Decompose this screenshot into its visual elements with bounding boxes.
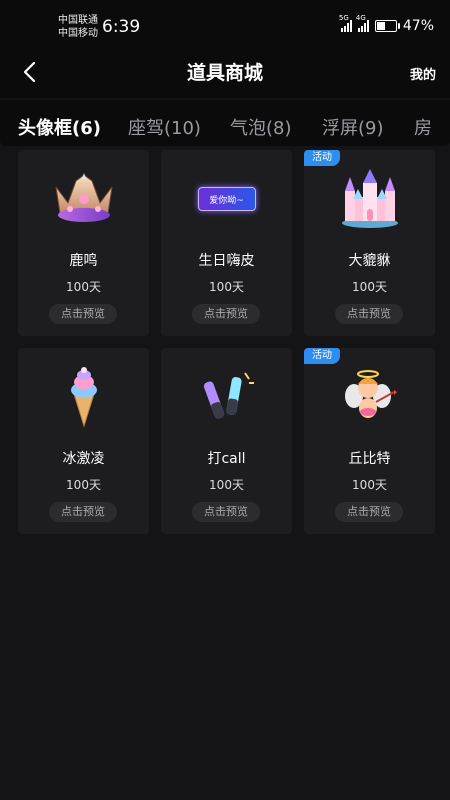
item-card[interactable]: 爱你呦~ 生日嗨皮 100天 点击预览 bbox=[161, 150, 292, 336]
tab-vehicle[interactable]: 座驾(10) bbox=[128, 114, 201, 140]
app-header: 道具商城 我的 bbox=[0, 46, 450, 98]
battery-icon bbox=[374, 20, 400, 32]
castle-icon bbox=[304, 168, 435, 230]
nameplate-icon: 爱你呦~ bbox=[161, 168, 292, 230]
item-name: 生日嗨皮 bbox=[198, 253, 255, 269]
item-card[interactable]: 活动 丘比特 100天 点击预览 bbox=[304, 348, 435, 534]
category-tabs: 头像框(6) 座驾(10) 气泡(8) 浮屏(9) 房 bbox=[0, 100, 450, 146]
signal-4g-icon: 4G bbox=[356, 14, 369, 32]
item-card[interactable]: 鹿鸣 100天 点击预览 bbox=[18, 150, 149, 336]
item-duration: 100天 bbox=[352, 280, 387, 294]
preview-button[interactable]: 点击预览 bbox=[192, 502, 260, 522]
carrier-labels: 中国联通 中国移动 bbox=[58, 14, 98, 40]
tab-floating-screen[interactable]: 浮屏(9) bbox=[322, 114, 384, 140]
item-duration: 100天 bbox=[352, 478, 387, 492]
status-icons: 5G 4G 47% bbox=[339, 14, 434, 34]
nameplate-text: 爱你呦~ bbox=[197, 187, 256, 211]
item-name: 丘比特 bbox=[348, 451, 391, 467]
carrier-2: 中国移动 bbox=[58, 28, 98, 39]
preview-button[interactable]: 点击预览 bbox=[49, 502, 117, 522]
preview-button[interactable]: 点击预览 bbox=[335, 502, 403, 522]
item-duration: 100天 bbox=[66, 478, 101, 492]
event-badge: 活动 bbox=[304, 150, 340, 166]
clock: 6:39 bbox=[102, 17, 141, 37]
mine-button[interactable]: 我的 bbox=[410, 64, 436, 83]
tab-avatar-frame[interactable]: 头像框(6) bbox=[18, 114, 101, 140]
page-title: 道具商城 bbox=[186, 62, 263, 84]
event-badge: 活动 bbox=[304, 348, 340, 364]
battery-percent: 47% bbox=[402, 18, 434, 34]
preview-button[interactable]: 点击预览 bbox=[192, 304, 260, 324]
item-name: 大貔貅 bbox=[348, 253, 391, 269]
crown-icon bbox=[18, 168, 149, 230]
ice-cream-icon bbox=[18, 366, 149, 428]
preview-button[interactable]: 点击预览 bbox=[49, 304, 117, 324]
item-duration: 100天 bbox=[209, 478, 244, 492]
cupid-icon bbox=[304, 366, 435, 428]
item-card[interactable]: 活动 大貔貅 100天 点击预览 bbox=[304, 150, 435, 336]
carrier-1: 中国联通 bbox=[58, 15, 98, 26]
status-bar: 中国联通 中国移动 6:39 5G 4G 47% bbox=[0, 0, 450, 42]
preview-button[interactable]: 点击预览 bbox=[335, 304, 403, 324]
item-duration: 100天 bbox=[209, 280, 244, 294]
item-duration: 100天 bbox=[66, 280, 101, 294]
tab-bubble[interactable]: 气泡(8) bbox=[230, 114, 292, 140]
glowstick-icon bbox=[161, 366, 292, 428]
signal-5g-icon: 5G bbox=[339, 14, 352, 32]
item-name: 冰激凌 bbox=[62, 451, 105, 467]
tab-room[interactable]: 房 bbox=[414, 114, 432, 140]
item-card[interactable]: 打call 100天 点击预览 bbox=[161, 348, 292, 534]
item-name: 鹿鸣 bbox=[69, 253, 98, 269]
item-card[interactable]: 冰激凌 100天 点击预览 bbox=[18, 348, 149, 534]
item-name: 打call bbox=[207, 451, 246, 467]
